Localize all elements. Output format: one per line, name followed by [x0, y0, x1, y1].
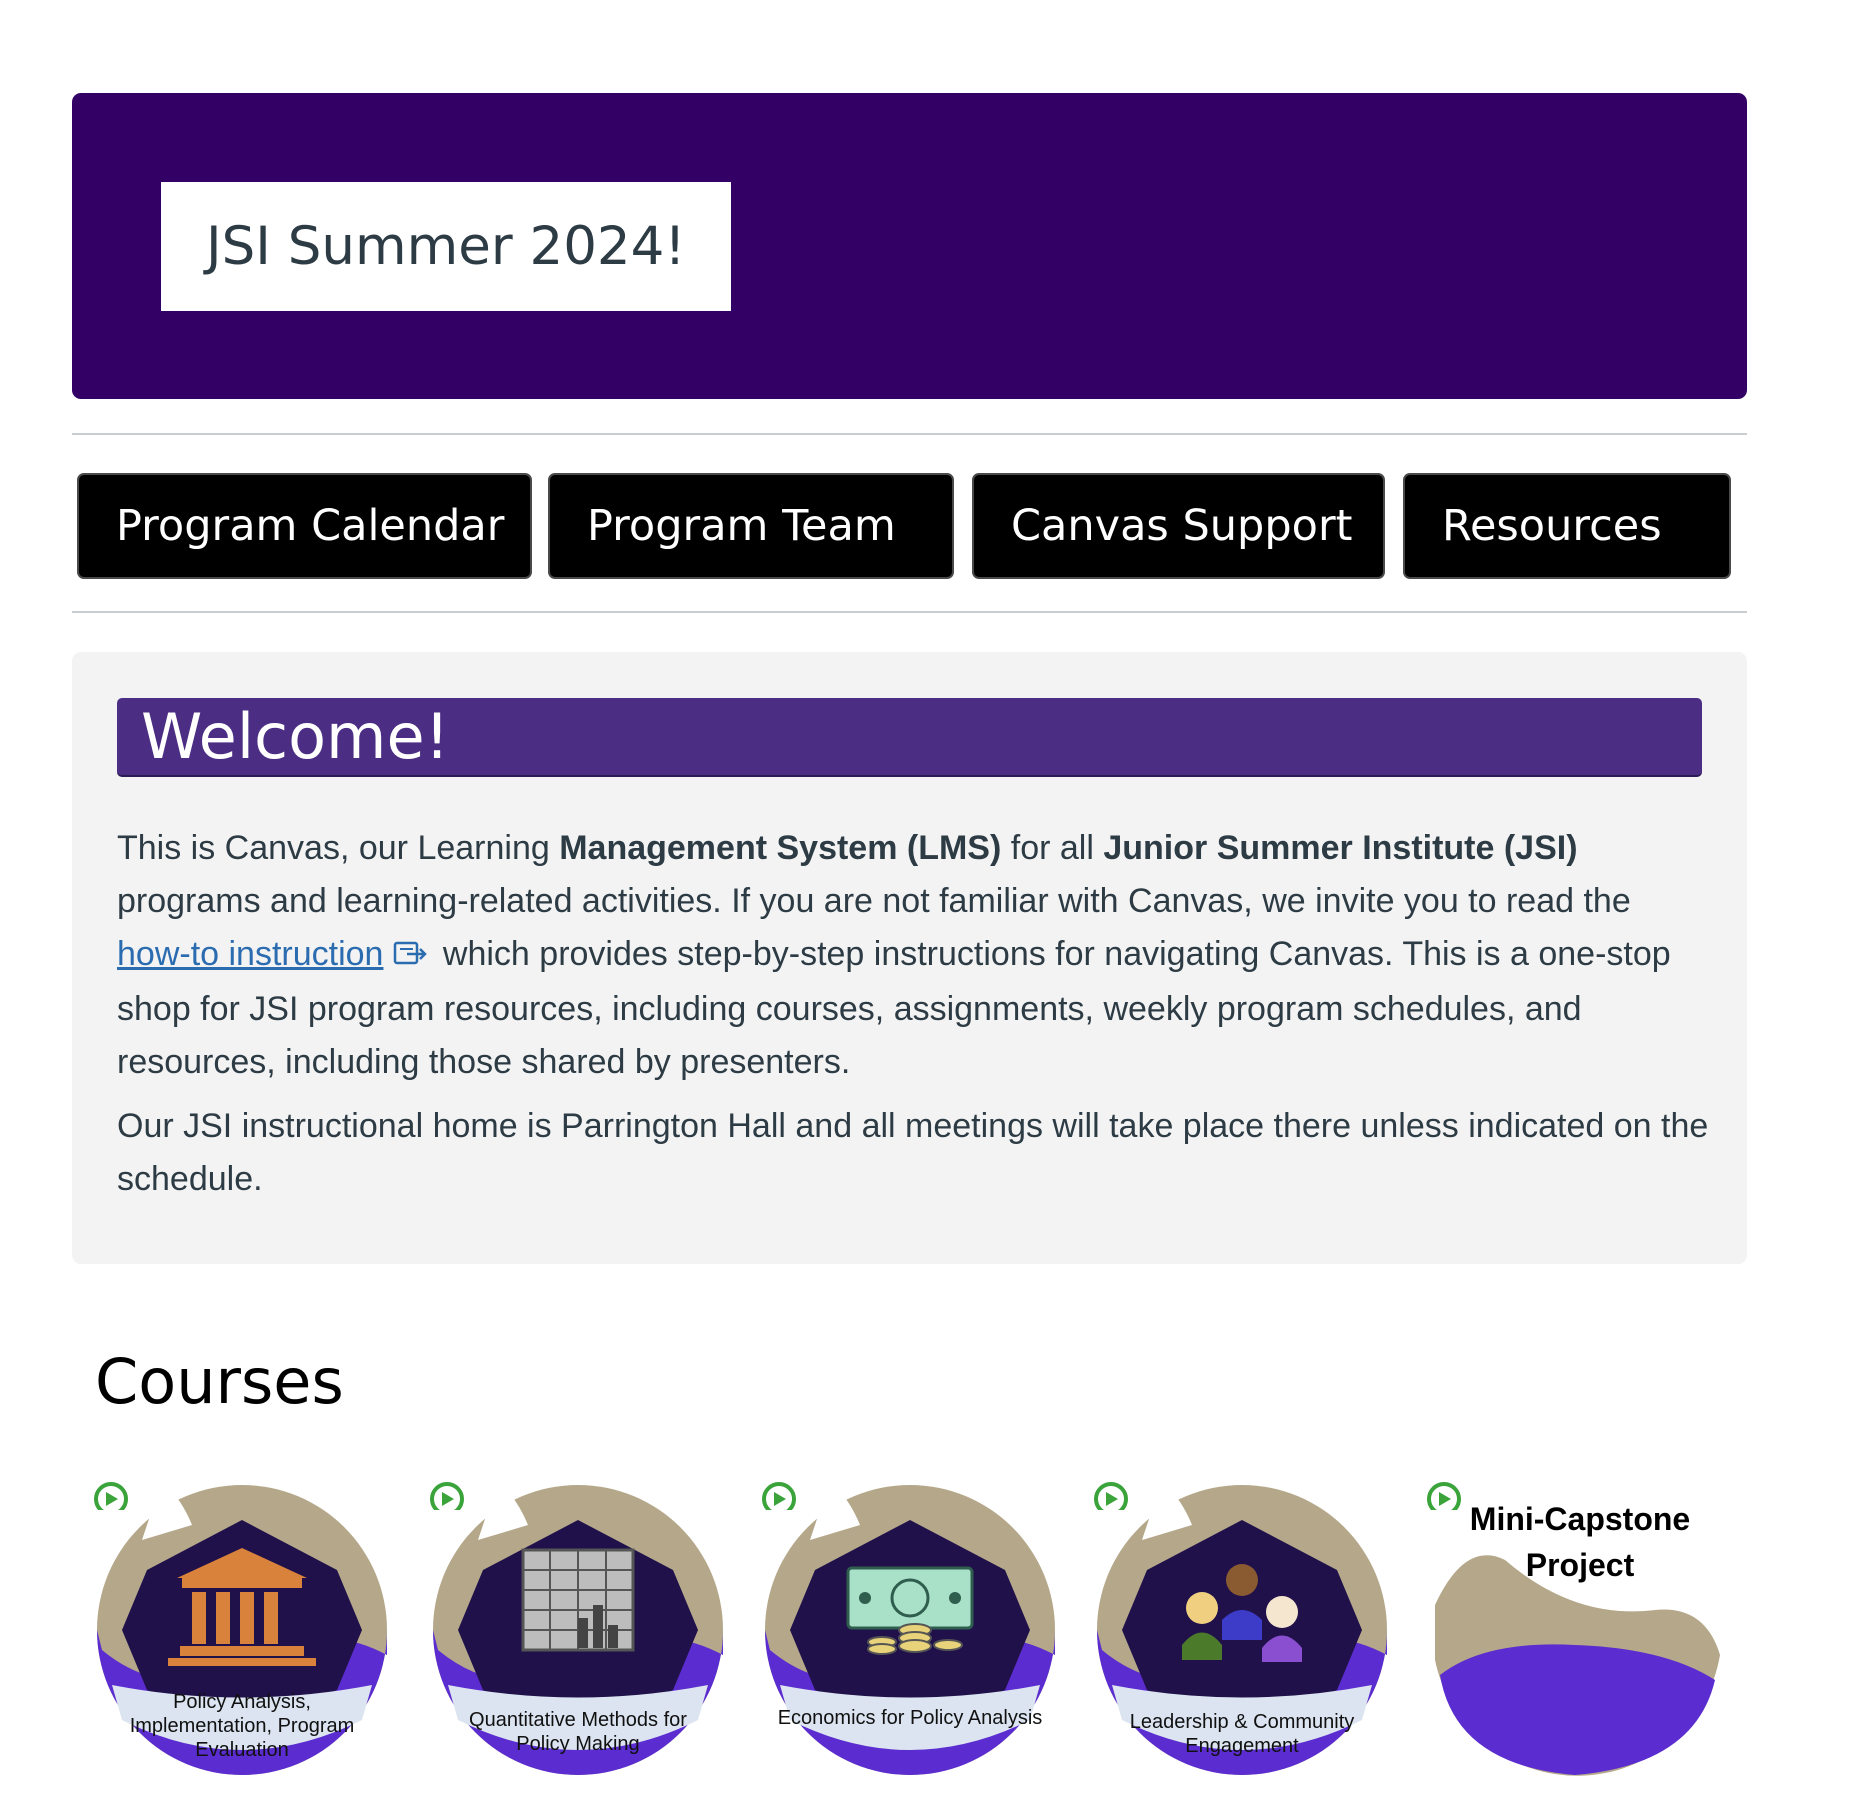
text-span: This is Canvas, our Learning: [117, 829, 560, 867]
publish-status-icon: [762, 1482, 796, 1510]
resources-button[interactable]: Resources: [1403, 473, 1731, 579]
publish-status-icon: [1094, 1482, 1128, 1510]
how-to-instruction-link[interactable]: how-to instruction: [117, 935, 383, 973]
welcome-body: This is Canvas, our Learning Management …: [117, 822, 1712, 1217]
text-span: programs and learning-related activities…: [117, 882, 1631, 920]
course-label: Economics for Policy Analysis: [777, 1707, 1043, 1729]
course-label: Quantitative Methods for Policy Making: [469, 1709, 687, 1755]
course-banner: JSI Summer 2024!: [72, 93, 1747, 399]
welcome-paragraph-1: This is Canvas, our Learning Management …: [117, 822, 1712, 1089]
course-card-economics[interactable]: Economics for Policy Analysis: [760, 1480, 1060, 1780]
program-team-button[interactable]: Program Team: [548, 473, 954, 579]
publish-status-icon: [94, 1482, 128, 1510]
publish-status-icon: [1427, 1482, 1461, 1510]
publish-status-icon: [430, 1482, 464, 1510]
program-calendar-button[interactable]: Program Calendar: [77, 473, 532, 579]
banner-title: JSI Summer 2024!: [161, 182, 731, 311]
course-label: Leadership & Community Engagement: [1129, 1711, 1355, 1757]
course-card-leadership[interactable]: Leadership & Community Engagement: [1092, 1480, 1392, 1780]
divider-bottom: [72, 611, 1747, 613]
spreadsheet-chart-icon: [521, 1548, 635, 1652]
text-span: for all: [1001, 829, 1104, 867]
course-card-quantitative-methods[interactable]: Quantitative Methods for Policy Making: [428, 1480, 728, 1780]
welcome-heading: Welcome!: [117, 698, 1702, 777]
welcome-paragraph-2: Our JSI instructional home is Parrington…: [117, 1106, 1709, 1198]
courses-heading: Courses: [95, 1345, 344, 1418]
divider-top: [72, 433, 1747, 435]
course-card-mini-capstone[interactable]: Mini-Capstone Project: [1425, 1480, 1725, 1780]
lms-bold-text: Management System (LMS): [559, 829, 1002, 867]
external-link-icon: [393, 930, 429, 983]
canvas-support-button[interactable]: Canvas Support: [972, 473, 1385, 579]
jsi-bold-text: Junior Summer Institute (JSI): [1103, 829, 1578, 867]
course-card-policy-analysis[interactable]: Policy Analysis, Implementation, Program…: [92, 1480, 392, 1780]
course-label: Policy Analysis, Implementation, Program…: [129, 1691, 355, 1761]
course-label: Mini-Capstone Project: [1469, 1501, 1691, 1583]
welcome-panel: Welcome! This is Canvas, our Learning Ma…: [72, 652, 1747, 1264]
